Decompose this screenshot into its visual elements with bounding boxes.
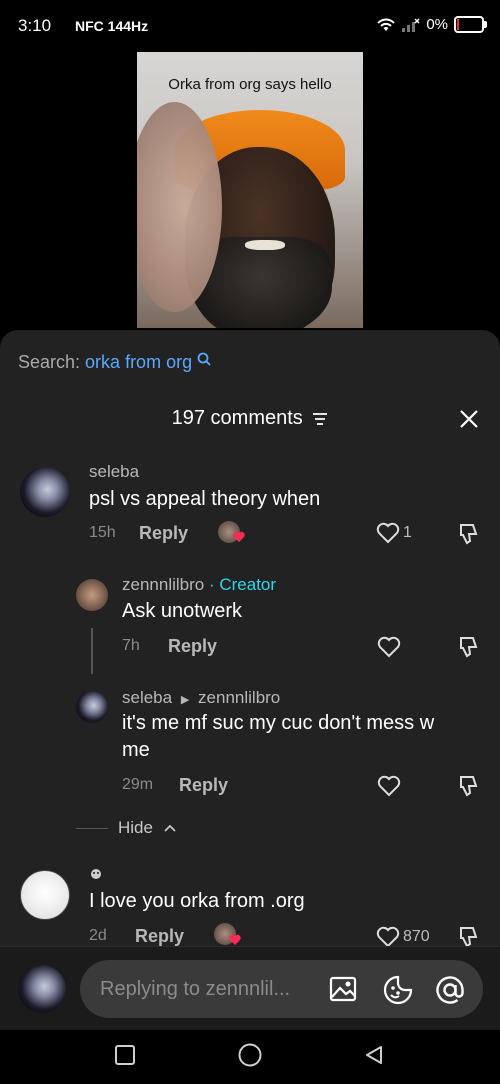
avatar[interactable] bbox=[20, 870, 70, 920]
comment-username-text: zennnlilbro bbox=[122, 575, 205, 594]
reply-to-username[interactable]: zennnlilbro bbox=[198, 688, 280, 707]
search-suggestion[interactable]: Search: orka from org bbox=[18, 352, 211, 373]
search-icon bbox=[197, 352, 211, 366]
creator-badge: · Creator bbox=[208, 575, 277, 594]
heart-icon bbox=[376, 522, 400, 544]
user-badge-icon bbox=[91, 869, 101, 879]
image-icon[interactable] bbox=[328, 974, 358, 1004]
comment-input-placeholder: Replying to zennnlil... bbox=[100, 978, 291, 1000]
divider bbox=[76, 827, 108, 829]
reply-arrow-icon: ▶ bbox=[180, 694, 190, 706]
emoji-icon[interactable] bbox=[382, 974, 414, 1006]
comment-text: I love you orka from .org bbox=[89, 890, 305, 912]
comment-text: Ask unotwerk bbox=[122, 600, 243, 622]
status-time: 3:10 bbox=[18, 16, 52, 35]
signal-icon bbox=[402, 17, 420, 32]
search-prefix: Search: bbox=[18, 352, 86, 372]
close-icon[interactable] bbox=[458, 408, 480, 430]
comment-time: 2d bbox=[89, 927, 107, 944]
back-triangle-icon[interactable] bbox=[363, 1044, 385, 1066]
reply-button[interactable]: Reply bbox=[135, 926, 184, 947]
reply-button[interactable]: Reply bbox=[179, 775, 228, 796]
dislike-icon[interactable] bbox=[457, 522, 481, 546]
comment-text: it's me mf suc my cuc don't mess w bbox=[122, 712, 435, 734]
dislike-icon[interactable] bbox=[457, 774, 481, 798]
status-bar: 3:10 NFC 144Hz 0% bbox=[0, 0, 500, 50]
avatar[interactable] bbox=[20, 467, 70, 517]
reply-button[interactable]: Reply bbox=[139, 523, 188, 544]
like-button[interactable]: 1 bbox=[376, 522, 412, 544]
home-circle-icon[interactable] bbox=[237, 1042, 263, 1068]
heart-icon[interactable] bbox=[377, 775, 401, 797]
heart-icon bbox=[233, 531, 245, 542]
search-query-link[interactable]: orka from org bbox=[85, 352, 192, 372]
video-caption: Orka from org says hello bbox=[168, 76, 332, 93]
thread-line bbox=[91, 628, 93, 674]
comment-username[interactable]: zennnlilbro · Creator bbox=[122, 575, 276, 595]
avatar[interactable] bbox=[76, 691, 108, 723]
avatar[interactable] bbox=[76, 579, 108, 611]
status-right: 0% bbox=[376, 16, 487, 33]
video-figure-teeth bbox=[245, 240, 285, 250]
status-indicators: NFC 144Hz bbox=[75, 18, 149, 34]
chevron-up-icon bbox=[164, 824, 176, 832]
hide-replies-button[interactable]: Hide bbox=[76, 818, 177, 838]
dislike-icon[interactable] bbox=[457, 635, 481, 659]
comments-header: 197 comments bbox=[0, 407, 500, 430]
comment-username[interactable]: seleba ▶ zennnlilbro bbox=[122, 688, 280, 708]
battery-icon bbox=[454, 16, 487, 33]
comments-sheet: Search: orka from org 197 comments bbox=[0, 330, 500, 1030]
comment-time: 7h bbox=[122, 637, 140, 654]
video-preview[interactable]: Orka from org says hello bbox=[137, 52, 363, 328]
battery-percent: 0% bbox=[426, 16, 448, 33]
heart-icon bbox=[376, 926, 400, 948]
comment-time: 29m bbox=[122, 776, 154, 793]
heart-icon[interactable] bbox=[377, 636, 401, 658]
comment-composer: Replying to zennnlil... bbox=[0, 946, 500, 1031]
comment-text-line2: me bbox=[122, 739, 150, 761]
system-nav-bar bbox=[0, 1030, 500, 1084]
my-avatar bbox=[18, 965, 66, 1013]
like-button[interactable]: 870 bbox=[376, 926, 430, 948]
comment-username-text: seleba bbox=[122, 688, 173, 707]
like-count: 870 bbox=[403, 928, 430, 945]
hide-label: Hide bbox=[118, 818, 153, 837]
comment-input[interactable]: Replying to zennnlil... bbox=[80, 960, 483, 1018]
home-square-icon[interactable] bbox=[114, 1044, 136, 1066]
reply-button[interactable]: Reply bbox=[168, 636, 217, 657]
wifi-icon bbox=[377, 18, 396, 31]
comment-username[interactable]: seleba bbox=[89, 462, 139, 482]
mention-icon[interactable] bbox=[434, 974, 466, 1006]
comment-time: 15h bbox=[89, 524, 116, 541]
comments-count: 197 comments bbox=[171, 407, 303, 429]
heart-icon bbox=[229, 934, 241, 945]
sort-icon[interactable] bbox=[312, 412, 328, 426]
like-count: 1 bbox=[403, 524, 412, 541]
comment-text: psl vs appeal theory when bbox=[89, 488, 321, 510]
